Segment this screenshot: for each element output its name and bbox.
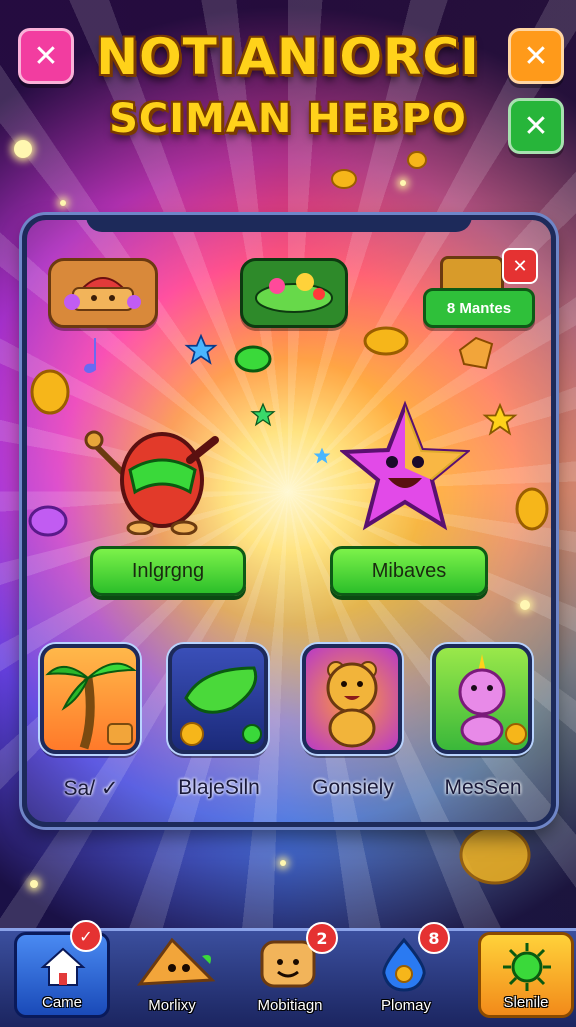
tile-label-pickle: BlajeSiln [178, 776, 260, 799]
star-icon [250, 402, 276, 427]
sparkle [280, 860, 286, 866]
notification-badge: 8 [418, 922, 450, 954]
salad-graphic [255, 273, 333, 313]
game-title-line2: SCIMAN HEBPO [109, 96, 467, 142]
unicorn-icon [458, 654, 527, 746]
counter-badge: 8 Mantes [423, 288, 535, 328]
green-coin-icon [234, 345, 272, 373]
tile-label-unicorn: MesSen [444, 776, 522, 799]
nav-label-sun: Slenile [503, 994, 549, 1011]
game-title-line1: NOTIANIORCI [96, 28, 480, 86]
tile-label-bear: Gonsiely [312, 776, 394, 799]
coin-icon [363, 326, 409, 356]
sun-icon [503, 943, 551, 991]
cheese-icon [136, 937, 216, 986]
tile-pickle[interactable] [168, 644, 268, 754]
tile-unicorn[interactable] [432, 644, 532, 754]
music-note-icon [84, 338, 96, 373]
panel-notch [86, 216, 472, 232]
tile-palm[interactable] [40, 644, 140, 754]
sparkle [30, 880, 38, 888]
play-button-right[interactable]: Mibaves [330, 546, 488, 596]
sparkle [400, 180, 406, 186]
cookie-house-icon[interactable] [48, 258, 158, 328]
purple-coin-icon [28, 505, 68, 537]
notification-badge: ✓ [70, 920, 102, 952]
star-icon [313, 447, 331, 464]
bear-icon [326, 661, 378, 748]
sparkle [60, 200, 66, 206]
nav-item-cheese[interactable]: Morlixy [124, 932, 220, 1018]
coin-icon [331, 169, 357, 189]
nav-label-cheese: Morlixy [148, 997, 196, 1014]
coin-icon [515, 487, 549, 531]
gem-icon [458, 336, 494, 370]
pickle-icon [180, 666, 262, 746]
coin-icon [30, 369, 70, 415]
cookie-house-graphic [64, 277, 141, 311]
nav-item-sun[interactable]: Slenile [478, 932, 574, 1018]
notification-badge: 2 [306, 922, 338, 954]
tile-bear[interactable] [302, 644, 402, 754]
star-character[interactable] [340, 398, 470, 538]
play-button-left[interactable]: Inlgrgng [90, 546, 246, 596]
house-icon [40, 947, 86, 986]
tile-label-palm: Sa/ ✓ [63, 777, 119, 800]
palm-tree-icon [45, 662, 136, 750]
star-icon [482, 402, 518, 436]
star-icon [184, 333, 218, 365]
nav-label-droplet: Plomay [380, 997, 432, 1014]
nav-label-home: Came [41, 994, 82, 1011]
coin-icon [459, 825, 531, 885]
close-icon[interactable]: ✕ [502, 248, 538, 284]
strawberry-character[interactable] [80, 420, 220, 535]
sparkle [14, 140, 32, 158]
salad-tray-icon[interactable] [240, 258, 348, 328]
coin-icon [407, 151, 427, 169]
nav-label-toast: Mobitiagn [257, 997, 323, 1014]
